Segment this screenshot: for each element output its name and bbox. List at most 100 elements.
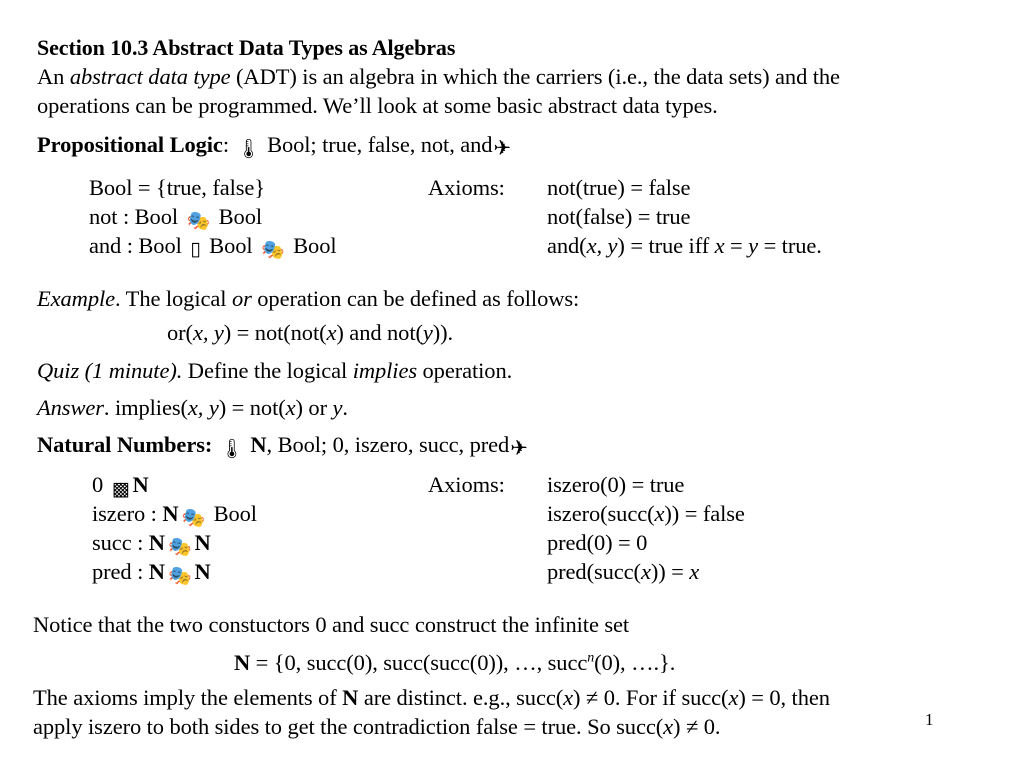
pred-pre: pred : — [92, 559, 149, 584]
axiom-and-post: ) = true iff — [617, 233, 715, 258]
example-line: Example. The logical or operation can be… — [37, 284, 579, 313]
and-signature-mid: Bool — [203, 233, 259, 258]
final-line2-b: ) ≠ 0. — [673, 714, 721, 739]
formula-vars-xy: x, y — [192, 320, 224, 345]
closing-final-line-2: apply iszero to both sides to get the co… — [33, 712, 721, 741]
intro-term-adt: abstract data type — [69, 64, 231, 89]
intro-text-a: An — [37, 64, 70, 89]
naturals-axioms-label: Axioms: — [428, 472, 505, 497]
formula-end: )). — [432, 320, 454, 345]
formula-var-x: x — [326, 320, 337, 345]
set-carrier-n: N — [234, 650, 251, 675]
example-label: Example — [37, 286, 116, 311]
bool-axiom-2: not(false) = true — [547, 204, 691, 229]
formula-var-y: y — [422, 320, 433, 345]
naturals-pred-signature: pred : N 🎭 N — [92, 557, 211, 586]
closing-notice: Notice that the two constuctors 0 and su… — [33, 612, 630, 637]
iszero-post: Bool — [208, 501, 257, 526]
quiz-operation: implies — [352, 358, 417, 383]
final-var-x1: x — [563, 685, 574, 710]
pred-domain: N — [148, 559, 165, 584]
eraser-icon: ▯ — [190, 238, 201, 260]
answer-lead: . implies( — [103, 395, 188, 420]
bool-and-signature: and : Bool ▯ Bool 🎭 Bool — [89, 231, 337, 260]
masks-icon: 🎭 — [181, 507, 206, 529]
answer-var-y: y — [332, 395, 343, 420]
final-e: ) = 0, then — [738, 685, 830, 710]
natural-numbers-signature: , Bool; 0, iszero, succ, pred — [266, 432, 510, 457]
naturals-axiom-1: iszero(0) = true — [547, 472, 685, 497]
axiom-eq: = — [724, 233, 749, 258]
bool-axiom-1: not(true) = false — [547, 175, 691, 200]
intro-line-2: operations can be programmed. We’ll look… — [37, 93, 718, 118]
zero-carrier: N — [132, 472, 149, 497]
final-line2-a: apply iszero to both sides to get the co… — [33, 714, 664, 739]
answer-label: Answer — [37, 395, 104, 420]
closing-set-definition: N = {0, succ(0), succ(succ(0)), …, succn… — [234, 648, 675, 677]
set-post: (0), ….}. — [594, 650, 676, 675]
and-signature-post: Bool — [287, 233, 337, 258]
propositional-logic-heading: Propositional Logic: 🌡 Bool; true, false… — [37, 130, 511, 159]
final-c: are distinct. e.g., succ( — [358, 685, 564, 710]
pred-codomain: N — [194, 559, 211, 584]
propositional-logic-signature: Bool; true, false, not, and — [261, 132, 493, 157]
naturals-iszero-signature: iszero : N 🎭 Bool — [92, 499, 257, 528]
answer-line: Answer. implies(x, y) = not(x) or y. — [37, 393, 348, 422]
masks-icon: 🎭 — [167, 536, 192, 558]
masks-icon: 🎭 — [186, 210, 211, 232]
natural-numbers-label: Natural Numbers: — [37, 432, 213, 457]
axiom-and-pre: and( — [547, 233, 587, 258]
naturals-axiom-4: pred(succ(x)) = x — [547, 557, 699, 586]
element-of-icon: ▩ — [111, 478, 130, 500]
final-var-x3: x — [663, 714, 674, 739]
answer-vars-xy: x, y — [187, 395, 219, 420]
formula-mid-2: ) and not( — [336, 320, 423, 345]
zero-pre: 0 — [92, 472, 109, 497]
masks-icon: 🎭 — [261, 239, 285, 261]
axiom-var-x: x — [714, 233, 725, 258]
thermometer-icon: 🌡 — [236, 138, 261, 160]
axiom4-var-x: x — [640, 559, 651, 584]
axiom-vars-xy: x, y — [586, 233, 618, 258]
naturals-zero-membership: 0 ▩ N — [92, 470, 149, 499]
succ-pre: succ : — [92, 530, 149, 555]
axiom-and-tail: = true. — [758, 233, 822, 258]
bool-not-signature: not : Bool 🎭 Bool — [89, 202, 262, 231]
succ-codomain: N — [194, 530, 211, 555]
set-pre: = {0, succ(0), succ(succ(0)), …, succ — [250, 650, 588, 675]
answer-mid: ) = not( — [218, 395, 286, 420]
masks-icon: 🎭 — [167, 565, 192, 587]
iszero-domain: N — [162, 501, 179, 526]
natural-numbers-carrier: N — [250, 432, 267, 457]
closing-final-line-1: The axioms imply the elements of N are d… — [33, 683, 830, 712]
formula-mid: ) = not(not( — [223, 320, 327, 345]
airplane-icon: ✈ — [510, 436, 528, 460]
natural-numbers-heading: Natural Numbers: 🌡 N, Bool; 0, iszero, s… — [37, 430, 528, 459]
example-formula: or(x, y) = not(not(x) and not(y)). — [167, 318, 453, 347]
not-signature-pre: not : Bool — [89, 204, 184, 229]
quiz-tail: operation. — [417, 358, 513, 383]
answer-mid-2: ) or — [295, 395, 333, 420]
axiom2-post: )) = false — [664, 501, 745, 526]
example-tail: operation can be defined as follows: — [251, 286, 580, 311]
not-signature-post: Bool — [213, 204, 262, 229]
answer-end: . — [342, 395, 348, 420]
example-operation: or — [231, 286, 252, 311]
succ-domain: N — [148, 530, 165, 555]
axiom4-pre: pred(succ( — [547, 559, 641, 584]
bool-carrier-def: Bool = {true, false} — [89, 175, 266, 200]
slide-canvas: Section 10.3 Abstract Data Types as Alge… — [0, 0, 1024, 768]
final-d: ) ≠ 0. For if succ( — [573, 685, 729, 710]
answer-var-x: x — [285, 395, 296, 420]
intro-line-1: An abstract data type (ADT) is an algebr… — [37, 62, 840, 91]
axiom4-var-x2: x — [689, 559, 700, 584]
axiom4-post: )) = — [650, 559, 690, 584]
naturals-axiom-3: pred(0) = 0 — [547, 530, 648, 555]
final-carrier-n: N — [342, 685, 359, 710]
intro-text-b: (ADT) is an algebra in which the carrier… — [230, 64, 840, 89]
final-a: The axioms imply the elements of — [33, 685, 343, 710]
axiom2-var-x: x — [654, 501, 665, 526]
formula-pre: or( — [167, 320, 193, 345]
quiz-label: Quiz (1 minute). — [37, 358, 183, 383]
axiom-var-y: y — [748, 233, 759, 258]
